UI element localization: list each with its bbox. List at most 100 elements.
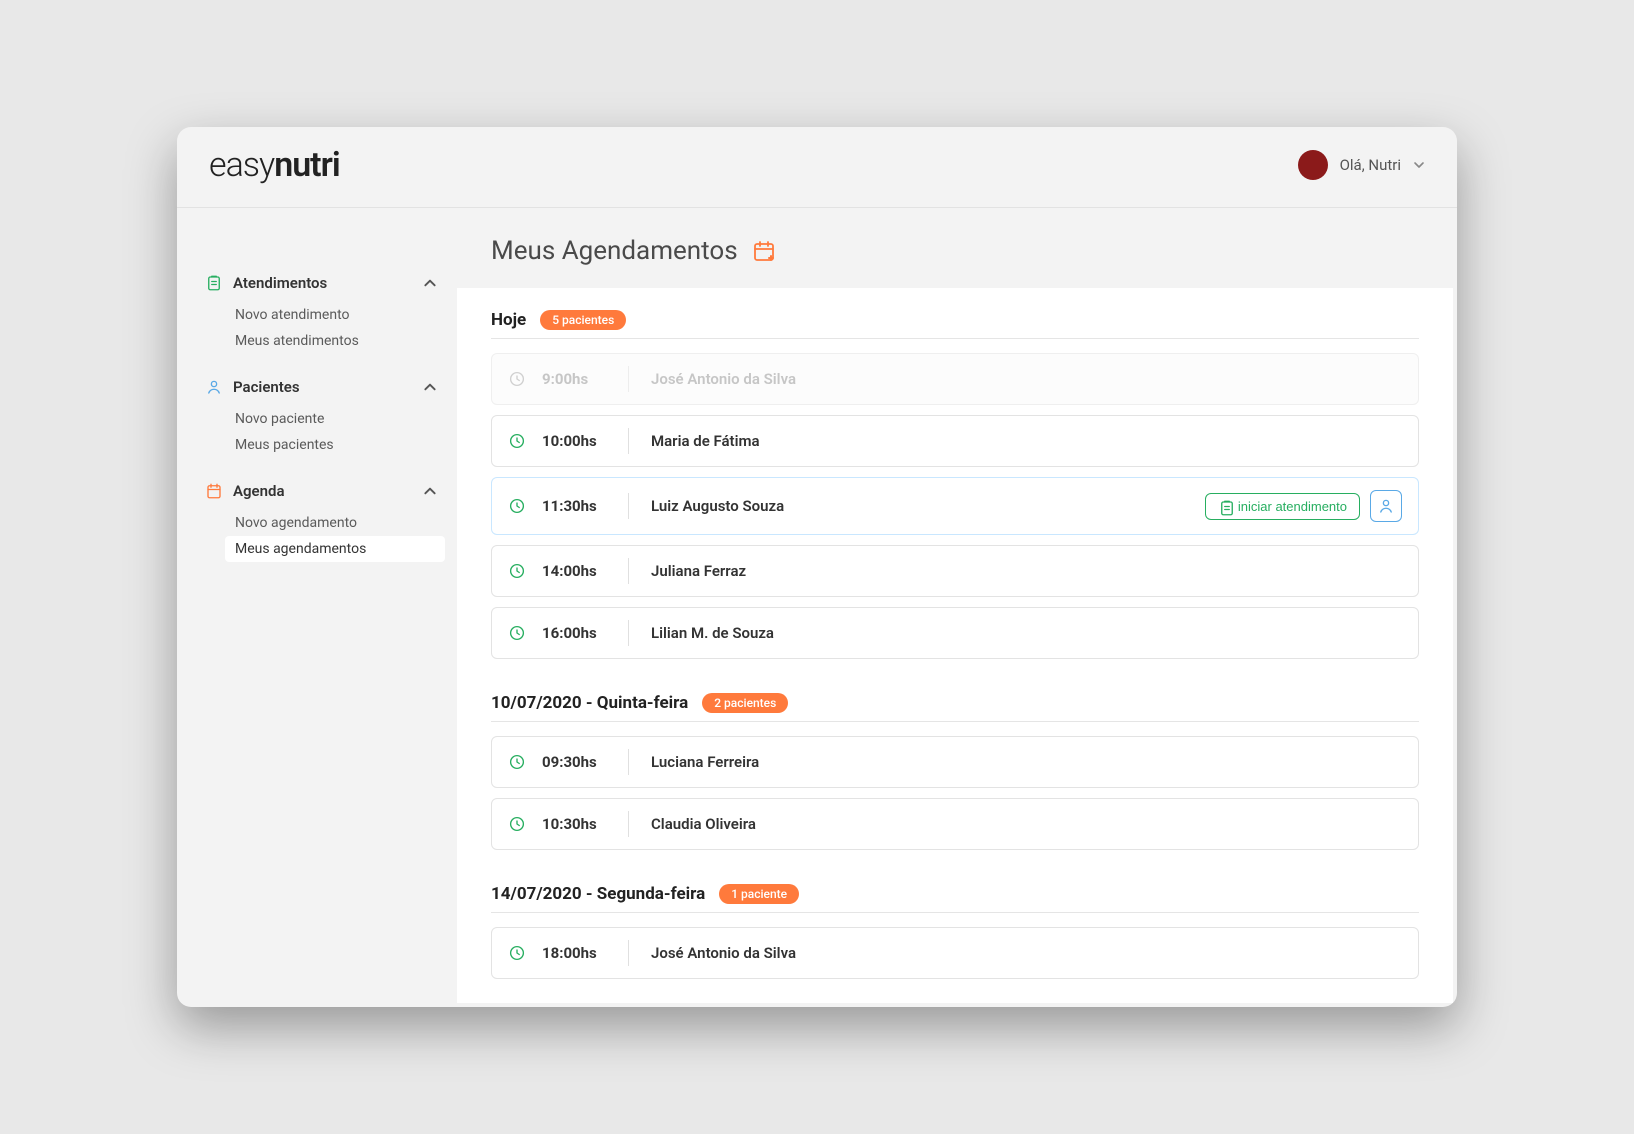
appointment-time: 16:00hs: [542, 624, 606, 642]
divider: [628, 493, 629, 519]
user-menu[interactable]: Olá, Nutri: [1298, 150, 1425, 180]
appointment-patient-name: Luiz Augusto Souza: [651, 497, 1189, 515]
chevron-down-icon: [1413, 159, 1425, 171]
logo: easynutri: [209, 145, 340, 185]
day-header: Hoje 5 pacientes: [491, 310, 1419, 339]
appointment-time: 10:30hs: [542, 815, 606, 833]
avatar: [1298, 150, 1328, 180]
clock-icon: [508, 815, 526, 833]
appointment-list: 09:30hs Luciana Ferreira 10:30hs Claudia Ol…: [491, 736, 1419, 850]
content: Hoje 5 pacientes 9:00hs José Antonio da Sil…: [457, 288, 1453, 1003]
divider: [628, 366, 629, 392]
nav-header-pacientes[interactable]: Pacientes: [197, 372, 445, 402]
user-greeting: Olá, Nutri: [1340, 156, 1401, 174]
page-header: Meus Agendamentos: [457, 208, 1457, 288]
day-section: 14/07/2020 - Segunda-feira 1 paciente 18:0…: [491, 884, 1419, 979]
day-title: 14/07/2020 - Segunda-feira: [491, 884, 705, 904]
nav-subitem[interactable]: Meus agendamentos: [225, 536, 445, 562]
calendar-icon: [205, 482, 223, 500]
appointment-actions: iniciar atendimento: [1205, 490, 1402, 522]
appointment-row[interactable]: 10:00hs Maria de Fátima: [491, 415, 1419, 467]
clock-icon: [508, 562, 526, 580]
nav-subitem[interactable]: Novo agendamento: [225, 510, 445, 536]
divider: [628, 749, 629, 775]
appointment-patient-name: José Antonio da Silva: [651, 370, 1402, 388]
nav-section-pacientes: Pacientes Novo pacienteMeus pacientes: [197, 372, 445, 458]
day-title: 10/07/2020 - Quinta-feira: [491, 693, 688, 713]
patient-count-badge: 2 pacientes: [702, 693, 788, 713]
clock-icon: [508, 370, 526, 388]
appointment-row[interactable]: 9:00hs José Antonio da Silva: [491, 353, 1419, 405]
day-section: Hoje 5 pacientes 9:00hs José Antonio da Sil…: [491, 310, 1419, 659]
person-icon: [1377, 497, 1395, 515]
divider: [628, 811, 629, 837]
patient-count-badge: 1 paciente: [719, 884, 799, 904]
start-appointment-button[interactable]: iniciar atendimento: [1205, 493, 1360, 520]
appointment-row[interactable]: 18:00hs José Antonio da Silva: [491, 927, 1419, 979]
appointment-patient-name: José Antonio da Silva: [651, 944, 1402, 962]
nav-subitem[interactable]: Novo paciente: [225, 406, 445, 432]
app-window: easynutri Olá, Nutri Atendimentos Novo at…: [177, 127, 1457, 1007]
divider: [628, 940, 629, 966]
view-patient-button[interactable]: [1370, 490, 1402, 522]
day-section: 10/07/2020 - Quinta-feira 2 pacientes 09:3…: [491, 693, 1419, 850]
sidebar: Atendimentos Novo atendimentoMeus atendim…: [177, 208, 457, 1007]
appointment-time: 11:30hs: [542, 497, 606, 515]
divider: [628, 428, 629, 454]
nav-subitem[interactable]: Novo atendimento: [225, 302, 445, 328]
appointment-row[interactable]: 09:30hs Luciana Ferreira: [491, 736, 1419, 788]
appointment-row[interactable]: 16:00hs Lilian M. de Souza: [491, 607, 1419, 659]
appointment-time: 18:00hs: [542, 944, 606, 962]
page-title: Meus Agendamentos: [491, 236, 738, 266]
appointment-time: 09:30hs: [542, 753, 606, 771]
logo-suffix: nutri: [274, 145, 339, 185]
appointment-patient-name: Luciana Ferreira: [651, 753, 1402, 771]
appointment-list: 18:00hs José Antonio da Silva: [491, 927, 1419, 979]
appointment-time: 10:00hs: [542, 432, 606, 450]
clock-icon: [508, 753, 526, 771]
nav-section-agenda: Agenda Novo agendamentoMeus agendamentos: [197, 476, 445, 562]
nav-subitem[interactable]: Meus atendimentos: [225, 328, 445, 354]
nav-header-agenda[interactable]: Agenda: [197, 476, 445, 506]
nav-subitems: Novo atendimentoMeus atendimentos: [225, 302, 445, 354]
divider: [628, 620, 629, 646]
appointment-patient-name: Juliana Ferraz: [651, 562, 1402, 580]
clipboard-icon: [1218, 499, 1232, 513]
person-icon: [205, 378, 223, 396]
day-header: 10/07/2020 - Quinta-feira 2 pacientes: [491, 693, 1419, 722]
nav-subitem[interactable]: Meus pacientes: [225, 432, 445, 458]
nav-label: Agenda: [233, 482, 413, 500]
logo-prefix: easy: [209, 145, 274, 185]
nav-subitems: Novo pacienteMeus pacientes: [225, 406, 445, 458]
chevron-up-icon: [423, 380, 437, 394]
appointment-time: 14:00hs: [542, 562, 606, 580]
appointment-time: 9:00hs: [542, 370, 606, 388]
day-title: Hoje: [491, 310, 526, 330]
appointment-patient-name: Maria de Fátima: [651, 432, 1402, 450]
nav-subitems: Novo agendamentoMeus agendamentos: [225, 510, 445, 562]
chevron-up-icon: [423, 484, 437, 498]
clock-icon: [508, 432, 526, 450]
clock-icon: [508, 944, 526, 962]
body: Atendimentos Novo atendimentoMeus atendim…: [177, 208, 1457, 1007]
chevron-up-icon: [423, 276, 437, 290]
main: Meus Agendamentos Hoje 5 pacientes 9:00hs J…: [457, 208, 1457, 1007]
topbar: easynutri Olá, Nutri: [177, 127, 1457, 208]
nav-header-atendimentos[interactable]: Atendimentos: [197, 268, 445, 298]
appointment-row[interactable]: 11:30hs Luiz Augusto Souza iniciar atendim…: [491, 477, 1419, 535]
nav-section-atendimentos: Atendimentos Novo atendimentoMeus atendim…: [197, 268, 445, 354]
patient-count-badge: 5 pacientes: [540, 310, 626, 330]
appointment-patient-name: Lilian M. de Souza: [651, 624, 1402, 642]
appointment-patient-name: Claudia Oliveira: [651, 815, 1402, 833]
day-header: 14/07/2020 - Segunda-feira 1 paciente: [491, 884, 1419, 913]
appointment-row[interactable]: 10:30hs Claudia Oliveira: [491, 798, 1419, 850]
nav-label: Pacientes: [233, 378, 413, 396]
calendar-add-icon[interactable]: [752, 239, 776, 263]
appointment-row[interactable]: 14:00hs Juliana Ferraz: [491, 545, 1419, 597]
divider: [628, 558, 629, 584]
clock-icon: [508, 497, 526, 515]
clipboard-icon: [205, 274, 223, 292]
clock-icon: [508, 624, 526, 642]
appointment-list: 9:00hs José Antonio da Silva 10:00hs Maria …: [491, 353, 1419, 659]
start-label: iniciar atendimento: [1238, 499, 1347, 514]
